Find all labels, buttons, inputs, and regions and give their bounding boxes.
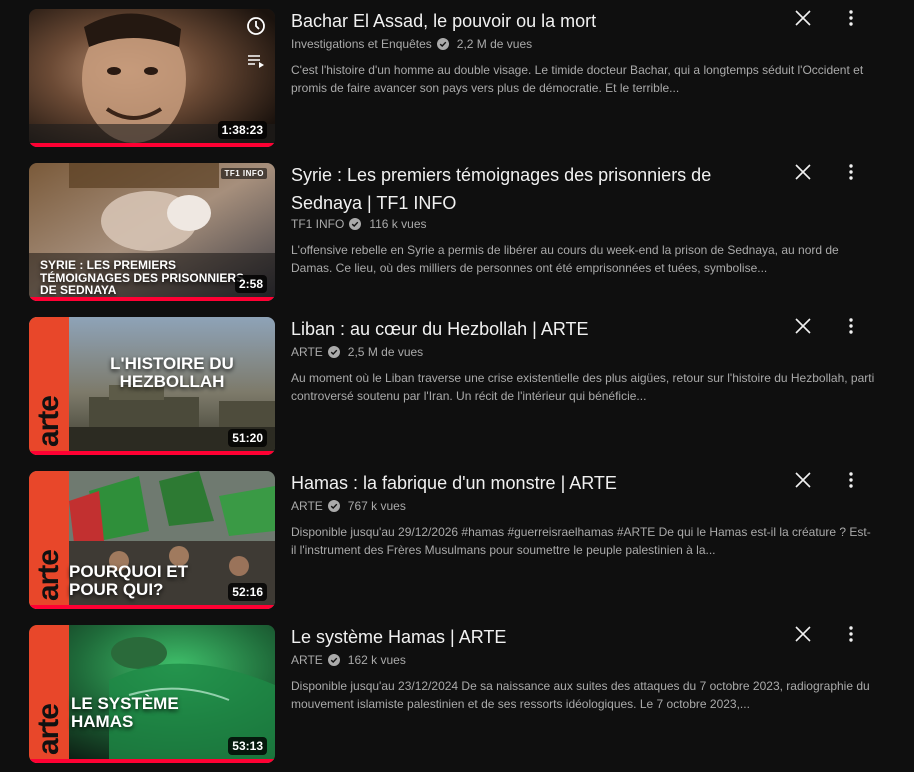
video-description: Disponible jusqu'au 29/12/2026 #hamas #g… — [291, 525, 871, 557]
arte-logo: arte — [32, 395, 65, 447]
thumbnail-caption: POURQUOI ET POUR QUI? — [69, 562, 189, 599]
video-meta: Investigations et Enquêtes 2,2 M de vues — [291, 35, 532, 53]
watch-progress-bar — [29, 297, 275, 301]
video-meta: ARTE 2,5 M de vues — [291, 343, 423, 361]
video-title[interactable]: Le système Hamas | ARTE — [291, 623, 761, 651]
thumbnail-caption: L'HISTOIRE DU HEZBOLLAH — [110, 354, 234, 391]
close-icon — [795, 164, 811, 180]
video-description: C'est l'histoire d'un homme au double vi… — [291, 63, 864, 95]
view-count: 116 k vues — [369, 217, 427, 231]
dismiss-button[interactable] — [790, 467, 816, 493]
more-vert-icon — [849, 318, 853, 334]
watch-progress-bar — [29, 759, 275, 763]
watch-progress-bar — [29, 451, 275, 455]
watch-progress-bar — [29, 143, 275, 147]
video-title[interactable]: Liban : au cœur du Hezbollah | ARTE — [291, 315, 761, 343]
verified-icon — [327, 346, 340, 358]
arte-logo-strip: arte — [29, 625, 69, 763]
close-icon — [795, 318, 811, 334]
channel-name[interactable]: ARTE — [291, 345, 323, 359]
video-item[interactable]: 1:38:23 Bachar El Assad, le pouvoir ou l… — [0, 0, 914, 147]
video-meta: ARTE 767 k vues — [291, 497, 406, 515]
watch-later-icon[interactable] — [245, 15, 267, 37]
more-vert-icon — [849, 472, 853, 488]
close-icon — [795, 626, 811, 642]
view-count: 2,5 M de vues — [347, 345, 424, 359]
verified-icon — [436, 38, 449, 50]
arte-logo: arte — [32, 703, 65, 755]
video-description: L'offensive rebelle en Syrie a permis de… — [291, 243, 839, 275]
channel-name[interactable]: TF1 INFO — [291, 217, 344, 231]
watch-progress-bar — [29, 605, 275, 609]
channel-name[interactable]: ARTE — [291, 499, 323, 513]
add-to-queue-icon[interactable] — [245, 50, 267, 72]
close-icon — [795, 10, 811, 26]
more-actions-button[interactable] — [838, 5, 864, 31]
view-count: 2,2 M de vues — [456, 37, 533, 51]
video-list: 1:38:23 Bachar El Assad, le pouvoir ou l… — [0, 0, 914, 772]
arte-logo-strip: arte — [29, 317, 69, 455]
video-item[interactable]: arte POURQUOI ET POUR QUI? 52:16 Hamas :… — [0, 462, 914, 609]
channel-name[interactable]: Investigations et Enquêtes — [291, 37, 432, 51]
thumbnail-caption: LE SYSTÈME HAMAS — [71, 694, 179, 731]
video-item[interactable]: arte L'HISTOIRE DU HEZBOLLAH 51:20 Liban… — [0, 308, 914, 455]
video-duration: 53:13 — [228, 737, 267, 755]
more-actions-button[interactable] — [838, 621, 864, 647]
video-duration: 2:58 — [234, 275, 267, 293]
verified-icon — [349, 218, 362, 230]
video-duration: 1:38:23 — [217, 121, 267, 139]
more-actions-button[interactable] — [838, 467, 864, 493]
thumbnail-caption: SYRIE : LES PREMIERS TÉMOIGNAGES DES PRI… — [40, 258, 245, 298]
video-meta: ARTE 162 k vues — [291, 651, 406, 669]
dismiss-button[interactable] — [790, 5, 816, 31]
more-vert-icon — [849, 626, 853, 642]
more-actions-button[interactable] — [838, 313, 864, 339]
video-meta: TF1 INFO 116 k vues — [291, 215, 427, 233]
dismiss-button[interactable] — [790, 313, 816, 339]
video-description: Au moment où le Liban traverse une crise… — [291, 371, 875, 403]
dismiss-button[interactable] — [790, 159, 816, 185]
arte-logo-strip: arte — [29, 471, 69, 609]
video-thumbnail[interactable]: arte LE SYSTÈME HAMAS 53:13 — [29, 625, 275, 763]
channel-badge: TF1 INFO — [221, 168, 267, 179]
video-item[interactable]: TF1 INFO SYRIE : LES PREMIERS TÉMOIGNAGE… — [0, 154, 914, 301]
video-item[interactable]: arte LE SYSTÈME HAMAS 53:13 Le système H… — [0, 616, 914, 763]
arte-logo: arte — [32, 549, 65, 601]
more-actions-button[interactable] — [838, 159, 864, 185]
dismiss-button[interactable] — [790, 621, 816, 647]
video-thumbnail[interactable]: arte POURQUOI ET POUR QUI? 52:16 — [29, 471, 275, 609]
video-description: Disponible jusqu'au 23/12/2024 De sa nai… — [291, 679, 870, 711]
more-vert-icon — [849, 164, 853, 180]
video-thumbnail[interactable]: arte L'HISTOIRE DU HEZBOLLAH 51:20 — [29, 317, 275, 455]
video-title[interactable]: Bachar El Assad, le pouvoir ou la mort — [291, 7, 761, 35]
close-icon — [795, 472, 811, 488]
video-thumbnail[interactable]: TF1 INFO SYRIE : LES PREMIERS TÉMOIGNAGE… — [29, 163, 275, 301]
video-duration: 51:20 — [228, 429, 267, 447]
verified-icon — [327, 654, 340, 666]
video-title[interactable]: Hamas : la fabrique d'un monstre | ARTE — [291, 469, 761, 497]
view-count: 162 k vues — [347, 653, 406, 667]
view-count: 767 k vues — [347, 499, 406, 513]
more-vert-icon — [849, 10, 853, 26]
video-title[interactable]: Syrie : Les premiers témoignages des pri… — [291, 161, 761, 217]
video-duration: 52:16 — [228, 583, 267, 601]
verified-icon — [327, 500, 340, 512]
video-thumbnail[interactable]: 1:38:23 — [29, 9, 275, 147]
channel-name[interactable]: ARTE — [291, 653, 323, 667]
